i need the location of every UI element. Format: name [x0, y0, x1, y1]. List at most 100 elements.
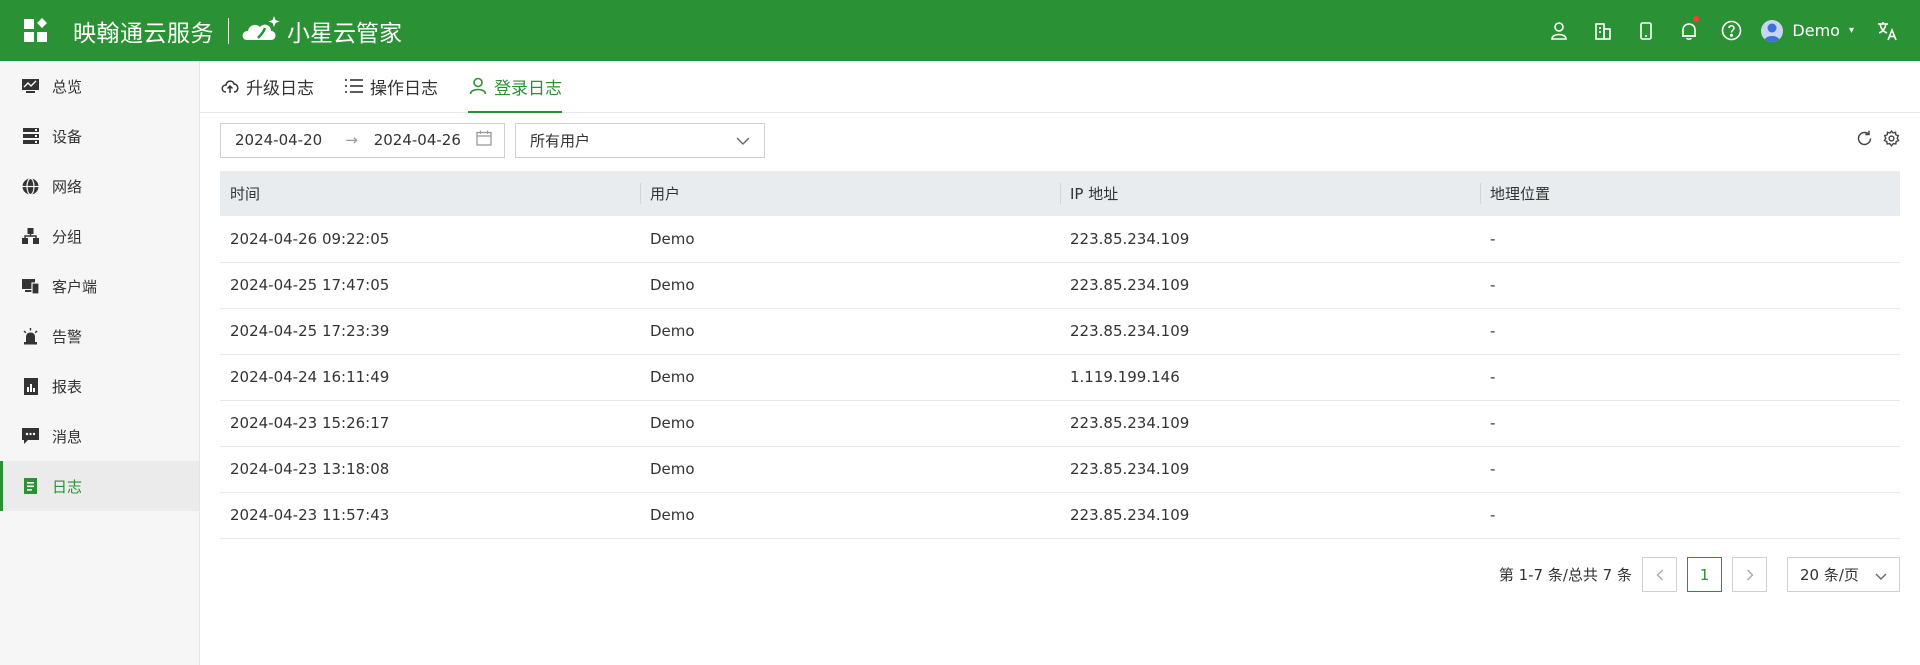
bell-icon[interactable]	[1667, 0, 1710, 61]
cell-ip: 223.85.234.109	[1060, 446, 1480, 493]
cell-location: -	[1480, 262, 1900, 309]
log-icon	[22, 478, 39, 495]
filter-toolbar: 2024-04-20 → 2024-04-26 所有用户	[220, 122, 1900, 158]
cloud-upload-icon	[220, 76, 240, 96]
cell-time: 2024-04-23 15:26:17	[220, 400, 640, 447]
avatar	[1761, 19, 1784, 42]
cell-ip: 1.119.199.146	[1060, 354, 1480, 401]
table-row: 2024-04-25 17:47:05 Demo 223.85.234.109 …	[220, 262, 1900, 309]
sidebar-item-reports[interactable]: 报表	[0, 361, 199, 411]
page-size-value: 20 条/页	[1800, 566, 1859, 584]
sidebar-item-label: 分组	[52, 227, 83, 246]
sidebar-item-logs[interactable]: 日志	[0, 461, 199, 511]
header-actions: Demo ▾	[1538, 0, 1920, 61]
column-header-location[interactable]: 地理位置	[1480, 171, 1900, 216]
user-menu[interactable]: Demo ▾	[1761, 19, 1854, 42]
calendar-icon[interactable]	[476, 130, 492, 150]
table-row: 2024-04-23 15:26:17 Demo 223.85.234.109 …	[220, 400, 1900, 447]
cell-user: Demo	[640, 308, 1060, 355]
tab-login-log[interactable]: 登录日志	[468, 60, 562, 113]
table-row: 2024-04-23 11:57:43 Demo 223.85.234.109 …	[220, 492, 1900, 539]
refresh-icon[interactable]	[1856, 130, 1873, 151]
translate-icon[interactable]	[1864, 0, 1910, 61]
cell-time: 2024-04-24 16:11:49	[220, 354, 640, 401]
table-row: 2024-04-24 16:11:49 Demo 1.119.199.146 -	[220, 354, 1900, 401]
cell-time: 2024-04-25 17:47:05	[220, 262, 640, 309]
cell-user: Demo	[640, 262, 1060, 309]
dashboard-icon	[22, 78, 39, 95]
sidebar-item-label: 消息	[52, 427, 83, 446]
cell-location: -	[1480, 216, 1900, 263]
main-content: 升级日志 操作日志 登录日志 2024-04-20 → 2024-04-26 所…	[200, 61, 1920, 665]
column-header-time[interactable]: 时间	[220, 171, 640, 216]
column-header-user[interactable]: 用户	[640, 171, 1060, 216]
user-filter-select[interactable]: 所有用户	[515, 122, 765, 158]
sidebar-item-devices[interactable]: 设备	[0, 111, 199, 161]
end-date[interactable]: 2024-04-26	[374, 131, 476, 149]
apps-icon[interactable]	[21, 16, 51, 46]
date-range-picker[interactable]: 2024-04-20 → 2024-04-26	[220, 122, 505, 158]
mobile-icon[interactable]	[1624, 0, 1667, 61]
page-size-select[interactable]: 20 条/页	[1787, 557, 1900, 592]
sidebar-item-alarms[interactable]: 告警	[0, 311, 199, 361]
sidebar: 总览 设备 网络 分组 客户端 告警 报表 消息 日志	[0, 61, 200, 665]
cell-ip: 223.85.234.109	[1060, 262, 1480, 309]
table-row: 2024-04-25 17:23:39 Demo 223.85.234.109 …	[220, 308, 1900, 355]
cell-user: Demo	[640, 354, 1060, 401]
sidebar-item-groups[interactable]: 分组	[0, 211, 199, 261]
product-name: 小星云管家	[287, 20, 402, 47]
sidebar-item-overview[interactable]: 总览	[0, 61, 199, 111]
sidebar-item-label: 告警	[52, 327, 83, 346]
tab-label: 升级日志	[246, 78, 314, 99]
tab-label: 操作日志	[370, 78, 438, 99]
globe-icon	[22, 177, 39, 195]
prev-page-button[interactable]	[1642, 557, 1677, 592]
table-tools	[1856, 129, 1900, 151]
sidebar-item-label: 日志	[52, 477, 83, 496]
cell-location: -	[1480, 354, 1900, 401]
table-row: 2024-04-26 09:22:05 Demo 223.85.234.109 …	[220, 216, 1900, 263]
cell-location: -	[1480, 446, 1900, 493]
start-date[interactable]: 2024-04-20	[235, 131, 337, 149]
cell-user: Demo	[640, 446, 1060, 493]
settings-icon[interactable]	[1883, 129, 1900, 151]
sidebar-item-label: 总览	[52, 77, 83, 96]
column-header-ip[interactable]: IP 地址	[1060, 171, 1480, 216]
help-icon[interactable]	[1710, 0, 1753, 61]
user-filter-value: 所有用户	[530, 131, 591, 150]
arrow-right-icon: →	[345, 131, 358, 149]
sidebar-item-label: 报表	[52, 377, 83, 396]
tab-operation-log[interactable]: 操作日志	[344, 60, 438, 112]
sidebar-item-messages[interactable]: 消息	[0, 411, 199, 461]
report-icon	[22, 377, 39, 395]
sidebar-item-clients[interactable]: 客户端	[0, 261, 199, 311]
devices-icon	[22, 278, 39, 295]
sidebar-item-label: 客户端	[52, 277, 98, 296]
message-icon	[22, 428, 39, 445]
building-icon[interactable]	[1581, 0, 1624, 61]
cell-time: 2024-04-25 17:23:39	[220, 308, 640, 355]
tab-upgrade-log[interactable]: 升级日志	[220, 60, 314, 112]
top-header: 映翰通云服务 小星云管家 Demo ▾	[0, 0, 1920, 61]
cell-user: Demo	[640, 216, 1060, 263]
cell-time: 2024-04-23 13:18:08	[220, 446, 640, 493]
brand-divider	[228, 17, 229, 44]
next-page-button[interactable]	[1732, 557, 1767, 592]
cell-time: 2024-04-23 11:57:43	[220, 492, 640, 539]
cell-ip: 223.85.234.109	[1060, 400, 1480, 447]
user-group-icon[interactable]	[1538, 0, 1581, 61]
sidebar-item-label: 设备	[52, 127, 83, 146]
pagination: 第 1-7 条/总共 7 条 1 20 条/页	[1499, 557, 1900, 592]
list-icon	[344, 76, 364, 96]
user-icon	[468, 76, 488, 96]
cell-user: Demo	[640, 400, 1060, 447]
alarm-icon	[22, 327, 39, 345]
cloud-star-icon	[241, 14, 283, 48]
brand-name: 映翰通云服务	[73, 20, 214, 47]
table-row: 2024-04-23 13:18:08 Demo 223.85.234.109 …	[220, 446, 1900, 493]
table-header-row: 时间 用户 IP 地址 地理位置	[220, 171, 1900, 216]
sidebar-item-network[interactable]: 网络	[0, 161, 199, 211]
pagination-summary: 第 1-7 条/总共 7 条	[1498, 566, 1632, 584]
cell-location: -	[1480, 492, 1900, 539]
page-1-button[interactable]: 1	[1687, 557, 1722, 592]
